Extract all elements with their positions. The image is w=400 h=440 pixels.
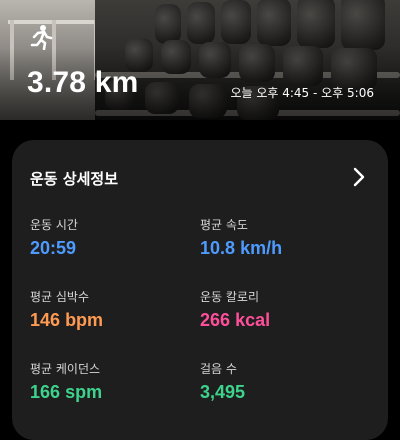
workout-time-range: 오늘 오후 4:45 - 오후 5:06 [230,86,374,100]
metric-label: 걸음 수 [200,362,237,376]
metric-value: 10.8 km/h [200,238,283,258]
metric-average-cadence: 평균 케이던스 166 spm [30,360,102,403]
metric-value: 20:59 [30,238,77,258]
metric-average-heart-rate: 평균 심박수 146 bpm [30,288,103,331]
running-person-icon [30,25,53,50]
metric-value: 266 kcal [200,310,271,330]
metric-label: 평균 심박수 [30,290,90,304]
metric-calories: 운동 칼로리 266 kcal [200,288,270,331]
workout-details-card[interactable]: 운동 상세정보 운동 시간 20:59 평균 속도 10.8 km/h 평균 심… [12,140,388,440]
total-distance: 3.78 km [27,66,139,99]
metric-label: 평균 속도 [200,218,248,232]
chevron-right-icon[interactable] [352,166,366,188]
metric-label: 평균 케이던스 [30,362,101,376]
metric-label: 운동 시간 [30,218,78,232]
metric-label: 운동 칼로리 [200,290,260,304]
metric-value: 166 spm [30,382,103,402]
metric-average-speed: 평균 속도 10.8 km/h [200,216,282,259]
hero-banner: 3.78 km 오늘 오후 4:45 - 오후 5:06 [0,0,400,120]
metric-exercise-time: 운동 시간 20:59 [30,216,78,259]
card-title: 운동 상세정보 [30,170,119,188]
metric-value: 3,495 [200,382,246,402]
metric-step-count: 걸음 수 3,495 [200,360,245,403]
metric-value: 146 bpm [30,310,104,330]
